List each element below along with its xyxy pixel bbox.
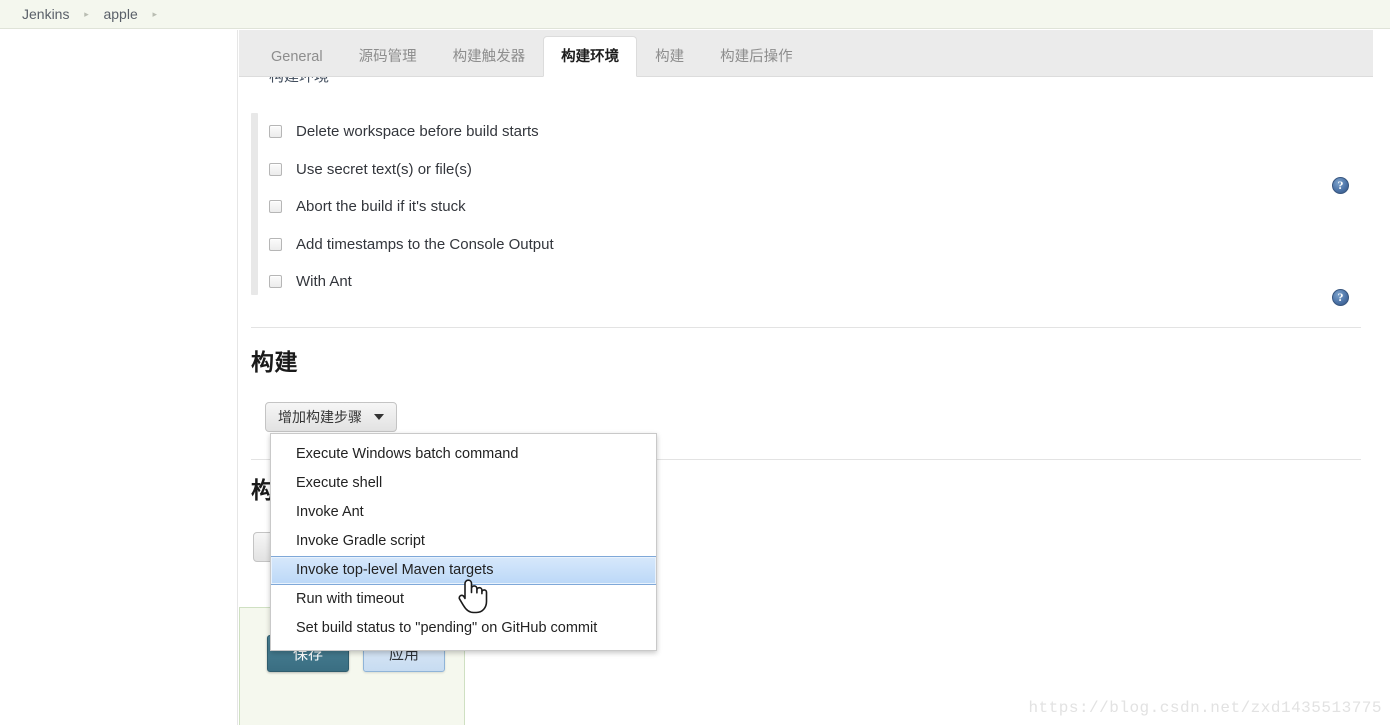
right-gutter <box>1374 60 1390 725</box>
build-step-dropdown-menu: Execute Windows batch command Execute sh… <box>270 433 657 651</box>
option-row-abort-if-stuck[interactable]: Abort the build if it's stuck <box>269 188 1269 226</box>
tab-source-code-management[interactable]: 源码管理 <box>341 36 435 76</box>
jenkins-job-config-page: Jenkins ▸ apple ▸ General 源码管理 构建触发器 构建环… <box>0 0 1390 725</box>
tab-build-environment[interactable]: 构建环境 <box>543 36 638 77</box>
breadcrumb: Jenkins ▸ apple ▸ <box>0 0 1390 29</box>
scrolled-off-label: 构建环境 <box>269 77 1353 85</box>
add-build-step-label: 增加构建步骤 <box>278 409 362 425</box>
label-abort-if-stuck[interactable]: Abort the build if it's stuck <box>296 198 466 215</box>
help-icon-use-secret-text[interactable]: ? <box>1332 177 1349 194</box>
config-tab-bar: General 源码管理 构建触发器 构建环境 构建 构建后操作 <box>239 30 1373 77</box>
breadcrumb-separator-icon-2[interactable]: ▸ <box>142 0 168 28</box>
menu-item-invoke-gradle-script[interactable]: Invoke Gradle script <box>271 527 656 556</box>
page-body: General 源码管理 构建触发器 构建环境 构建 构建后操作 构建环境 <box>0 30 1390 725</box>
breadcrumb-item-apple[interactable]: apple <box>99 0 141 28</box>
config-form-area: 构建环境 Delete workspace before build start… <box>239 77 1373 725</box>
breadcrumb-separator-icon: ▸ <box>84 9 89 19</box>
left-nav-column <box>0 30 238 725</box>
option-row-use-secret-text[interactable]: Use secret text(s) or file(s) <box>269 151 1269 189</box>
menu-item-execute-shell[interactable]: Execute shell <box>271 469 656 498</box>
checkbox-delete-workspace[interactable] <box>269 125 282 139</box>
build-environment-options: Delete workspace before build starts Use… <box>269 113 1269 301</box>
menu-item-set-build-status-pending-github[interactable]: Set build status to "pending" on GitHub … <box>271 614 656 643</box>
tab-general[interactable]: General <box>253 36 341 76</box>
menu-item-execute-windows-batch-command[interactable]: Execute Windows batch command <box>271 440 656 469</box>
watermark-text: https://blog.csdn.net/zxd1435513775 <box>1028 699 1382 717</box>
option-row-delete-workspace[interactable]: Delete workspace before build starts <box>269 113 1269 151</box>
tab-build[interactable]: 构建 <box>637 36 702 76</box>
form-section-rail <box>251 113 258 295</box>
checkbox-use-secret-text[interactable] <box>269 162 282 176</box>
label-delete-workspace[interactable]: Delete workspace before build starts <box>296 123 539 140</box>
chevron-down-icon <box>374 414 384 420</box>
menu-item-invoke-top-level-maven-targets[interactable]: Invoke top-level Maven targets <box>271 556 656 585</box>
scrolled-off-row: 构建环境 <box>253 77 1353 86</box>
option-row-with-ant[interactable]: With Ant <box>269 263 1269 301</box>
breadcrumb-item-jenkins[interactable]: Jenkins <box>18 0 73 28</box>
label-with-ant[interactable]: With Ant <box>296 273 352 290</box>
option-row-add-timestamps[interactable]: Add timestamps to the Console Output <box>269 226 1269 264</box>
tab-build-triggers[interactable]: 构建触发器 <box>435 36 544 76</box>
add-build-step-button[interactable]: 增加构建步骤 <box>265 402 397 432</box>
help-icon-with-ant[interactable]: ? <box>1332 289 1349 306</box>
label-use-secret-text[interactable]: Use secret text(s) or file(s) <box>296 161 472 178</box>
checkbox-with-ant[interactable] <box>269 275 282 289</box>
checkbox-add-timestamps[interactable] <box>269 237 282 251</box>
menu-item-run-with-timeout[interactable]: Run with timeout <box>271 585 656 614</box>
checkbox-abort-if-stuck[interactable] <box>269 200 282 214</box>
config-content-panel: General 源码管理 构建触发器 构建环境 构建 构建后操作 构建环境 <box>239 30 1373 725</box>
tab-post-build-actions[interactable]: 构建后操作 <box>702 36 811 76</box>
label-add-timestamps[interactable]: Add timestamps to the Console Output <box>296 236 554 253</box>
menu-item-invoke-ant[interactable]: Invoke Ant <box>271 498 656 527</box>
section-divider-build <box>251 327 1361 328</box>
build-section-title: 构建 <box>251 349 298 375</box>
